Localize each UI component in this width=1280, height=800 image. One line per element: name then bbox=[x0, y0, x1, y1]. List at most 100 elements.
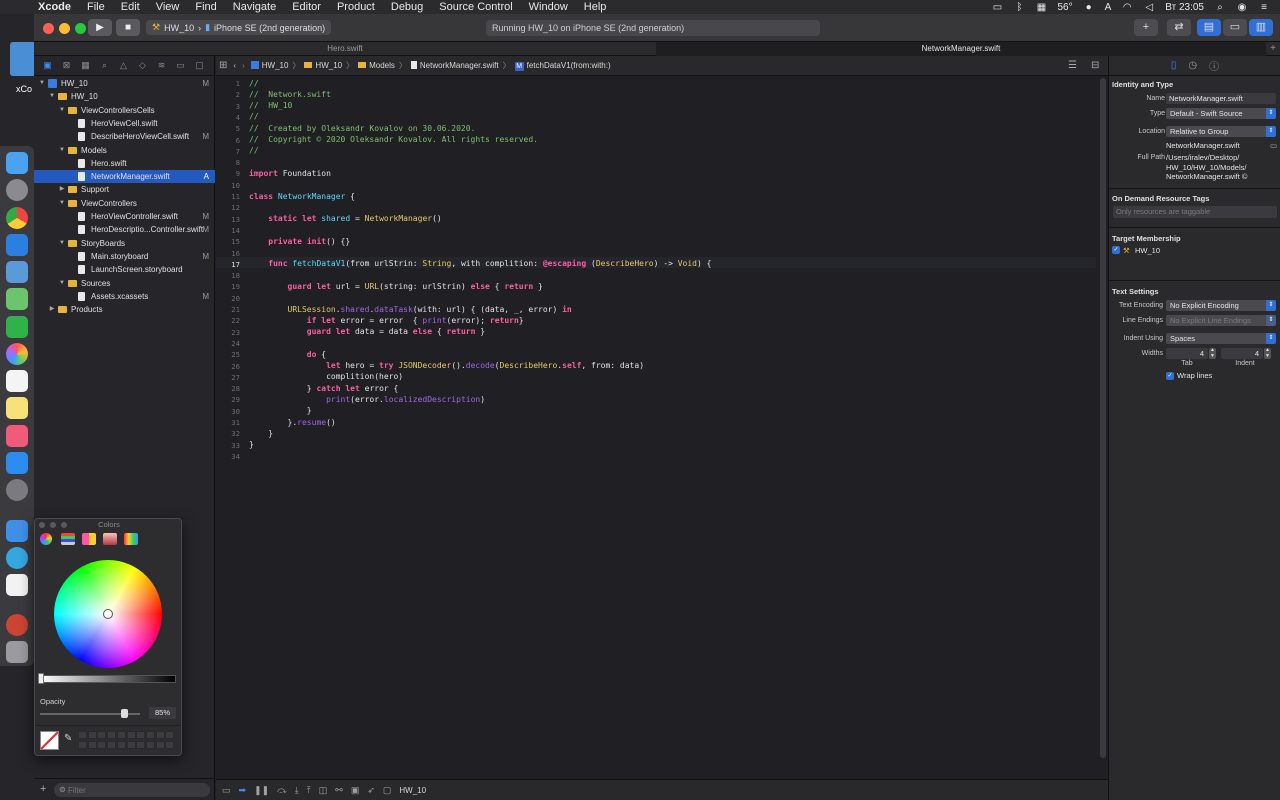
memory-graph-icon[interactable]: ⚯ bbox=[335, 785, 343, 796]
telegram-icon[interactable] bbox=[6, 547, 28, 569]
text-encoding-select[interactable]: No Explicit Encoding ⇕ bbox=[1166, 300, 1276, 311]
line-number[interactable]: 23 bbox=[216, 328, 240, 337]
custom-swatch[interactable] bbox=[136, 740, 146, 749]
line-number[interactable]: 13 bbox=[216, 215, 240, 224]
simulator-icon[interactable] bbox=[6, 520, 28, 542]
line-number[interactable]: 19 bbox=[216, 282, 240, 291]
line-number[interactable]: 33 bbox=[216, 441, 240, 450]
run-button[interactable]: ▶ bbox=[88, 19, 112, 36]
line-number[interactable]: 17 bbox=[216, 260, 240, 269]
code-line[interactable]: // Network.swift bbox=[249, 89, 331, 100]
line-number[interactable]: 1 bbox=[216, 79, 240, 88]
zoom-window-button[interactable] bbox=[75, 23, 86, 34]
trash-icon[interactable] bbox=[6, 641, 28, 663]
line-number[interactable]: 26 bbox=[216, 362, 240, 371]
related-items-icon[interactable]: ⊞ bbox=[216, 60, 230, 71]
debug-process-name[interactable]: HW_10 bbox=[399, 786, 426, 795]
code-line[interactable]: }.resume() bbox=[249, 417, 336, 428]
code-line[interactable]: // bbox=[249, 78, 259, 89]
file-tree-group[interactable]: ▶ Support bbox=[34, 183, 215, 196]
line-number[interactable]: 34 bbox=[216, 452, 240, 461]
file-tree-group[interactable]: ▼ HW_10 bbox=[34, 90, 215, 103]
brightness-slider[interactable] bbox=[40, 675, 176, 683]
file-tree-item[interactable]: Assets.xcassets M bbox=[34, 290, 215, 303]
line-number[interactable]: 6 bbox=[216, 136, 240, 145]
system-preferences-icon[interactable] bbox=[6, 479, 28, 501]
app-store-icon[interactable] bbox=[6, 452, 28, 474]
line-number[interactable]: 8 bbox=[216, 158, 240, 167]
file-tree-item[interactable]: HeroViewCell.swift bbox=[34, 117, 215, 130]
stop-button[interactable]: ■ bbox=[116, 19, 140, 36]
opacity-value-field[interactable]: 85% bbox=[149, 707, 176, 719]
captain-app-icon[interactable] bbox=[6, 614, 28, 636]
report-navigator-icon[interactable]: ▢ bbox=[190, 60, 209, 71]
name-field[interactable]: NetworkManager.swift bbox=[1166, 93, 1276, 104]
code-line[interactable]: // bbox=[249, 145, 259, 156]
disclosure-closed-icon[interactable]: ▶ bbox=[48, 303, 56, 316]
minimize-window-button[interactable] bbox=[59, 23, 70, 34]
line-number[interactable]: 29 bbox=[216, 395, 240, 404]
file-tree-group[interactable]: ▼ StoryBoards bbox=[34, 237, 215, 250]
file-tree-group[interactable]: ▼ HW_10 M bbox=[34, 77, 215, 90]
step-into-icon[interactable]: ⤓ bbox=[295, 785, 299, 796]
line-number[interactable]: 7 bbox=[216, 147, 240, 156]
step-over-icon[interactable]: ⤼ bbox=[277, 785, 287, 796]
library-button[interactable]: + bbox=[1134, 19, 1158, 36]
custom-swatch[interactable] bbox=[97, 740, 107, 749]
wifi-icon[interactable]: ◠ bbox=[1121, 2, 1133, 13]
file-tree-item[interactable]: DescribeHeroViewCell.swift M bbox=[34, 130, 215, 143]
menu-edit[interactable]: Edit bbox=[113, 1, 148, 13]
file-tree-item[interactable]: NetworkManager.swift A bbox=[34, 170, 215, 184]
line-number[interactable]: 25 bbox=[216, 350, 240, 359]
breakpoint-navigator-icon[interactable]: ▭ bbox=[171, 60, 190, 71]
code-line[interactable]: URLSession.shared.dataTask(with: url) { … bbox=[249, 304, 572, 315]
custom-swatch[interactable] bbox=[126, 731, 136, 739]
scheme-selector[interactable]: ⚒ HW_10 › ▮ iPhone SE (2nd generation) bbox=[146, 20, 332, 35]
scheme-target[interactable]: HW_10 bbox=[164, 23, 194, 33]
line-number[interactable]: 31 bbox=[216, 418, 240, 427]
custom-swatch[interactable] bbox=[136, 731, 146, 739]
quick-help-icon[interactable]: ⓘ bbox=[1209, 58, 1219, 73]
file-tree-item[interactable]: HeroDescriptio...Controller.swift M bbox=[34, 223, 215, 236]
line-number[interactable]: 12 bbox=[216, 203, 240, 212]
disclosure-open-icon[interactable]: ▼ bbox=[58, 144, 66, 157]
code-line[interactable]: // Copyright © 2020 Oleksandr Kovalov. A… bbox=[249, 134, 538, 145]
pencils-mode-icon[interactable] bbox=[124, 533, 138, 545]
menu-product[interactable]: Product bbox=[329, 1, 383, 13]
issue-navigator-icon[interactable]: △ bbox=[114, 60, 133, 71]
scheme-device[interactable]: iPhone SE (2nd generation) bbox=[214, 23, 325, 33]
desktop-folder-icon[interactable] bbox=[10, 42, 36, 76]
breadcrumb-group[interactable]: HW_10 bbox=[301, 61, 345, 70]
file-tree-group[interactable]: ▼ Sources bbox=[34, 277, 215, 290]
disclosure-open-icon[interactable]: ▼ bbox=[48, 90, 56, 103]
color-wheel-mode-icon[interactable] bbox=[40, 533, 52, 545]
code-line[interactable]: // HW_10 bbox=[249, 100, 292, 111]
line-number[interactable]: 32 bbox=[216, 429, 240, 438]
code-line[interactable]: class NetworkManager { bbox=[249, 191, 355, 202]
tab-width-stepper[interactable]: ▲ ▼ bbox=[1209, 347, 1216, 359]
code-line[interactable]: } catch let error { bbox=[249, 383, 399, 394]
breadcrumb-method[interactable]: MfetchDataV1(from:with:) bbox=[512, 61, 614, 71]
tab-network-manager-swift[interactable]: NetworkManager.swift bbox=[656, 42, 1266, 56]
line-number[interactable]: 4 bbox=[216, 113, 240, 122]
code-review-button[interactable]: ⇄ bbox=[1167, 19, 1191, 36]
cpu-graph-icon[interactable]: ▦ bbox=[1035, 2, 1047, 13]
breadcrumb-models[interactable]: Models bbox=[355, 61, 398, 70]
editor-options-icon[interactable]: ☰ bbox=[1068, 60, 1077, 71]
indent-width-stepper[interactable]: ▲ ▼ bbox=[1264, 347, 1271, 359]
choose-location-folder-icon[interactable]: ▭ bbox=[1270, 141, 1277, 151]
disclosure-open-icon[interactable]: ▼ bbox=[58, 237, 66, 250]
test-navigator-icon[interactable]: ◇ bbox=[133, 60, 152, 71]
indent-using-select[interactable]: Spaces ⇕ bbox=[1166, 333, 1276, 344]
custom-swatch[interactable] bbox=[145, 731, 155, 739]
chrome-icon[interactable] bbox=[6, 207, 28, 229]
code-line[interactable]: guard let url = URL(string: urlStrin) el… bbox=[249, 281, 543, 292]
source-editor[interactable]: 1 2 3 4 5 6 7 8 9 10 11 12 13 14 15 16 17 18 19 20 21 22 23 24 2… bbox=[216, 76, 1108, 779]
menubar-clock[interactable]: Вт 23:05 bbox=[1165, 2, 1204, 13]
brightness-slider-knob[interactable] bbox=[38, 673, 44, 684]
line-number[interactable]: 30 bbox=[216, 407, 240, 416]
code-line[interactable]: // bbox=[249, 111, 259, 122]
file-tree-item[interactable]: LaunchScreen.storyboard bbox=[34, 263, 215, 276]
custom-swatch[interactable] bbox=[165, 740, 175, 749]
line-number[interactable]: 28 bbox=[216, 384, 240, 393]
